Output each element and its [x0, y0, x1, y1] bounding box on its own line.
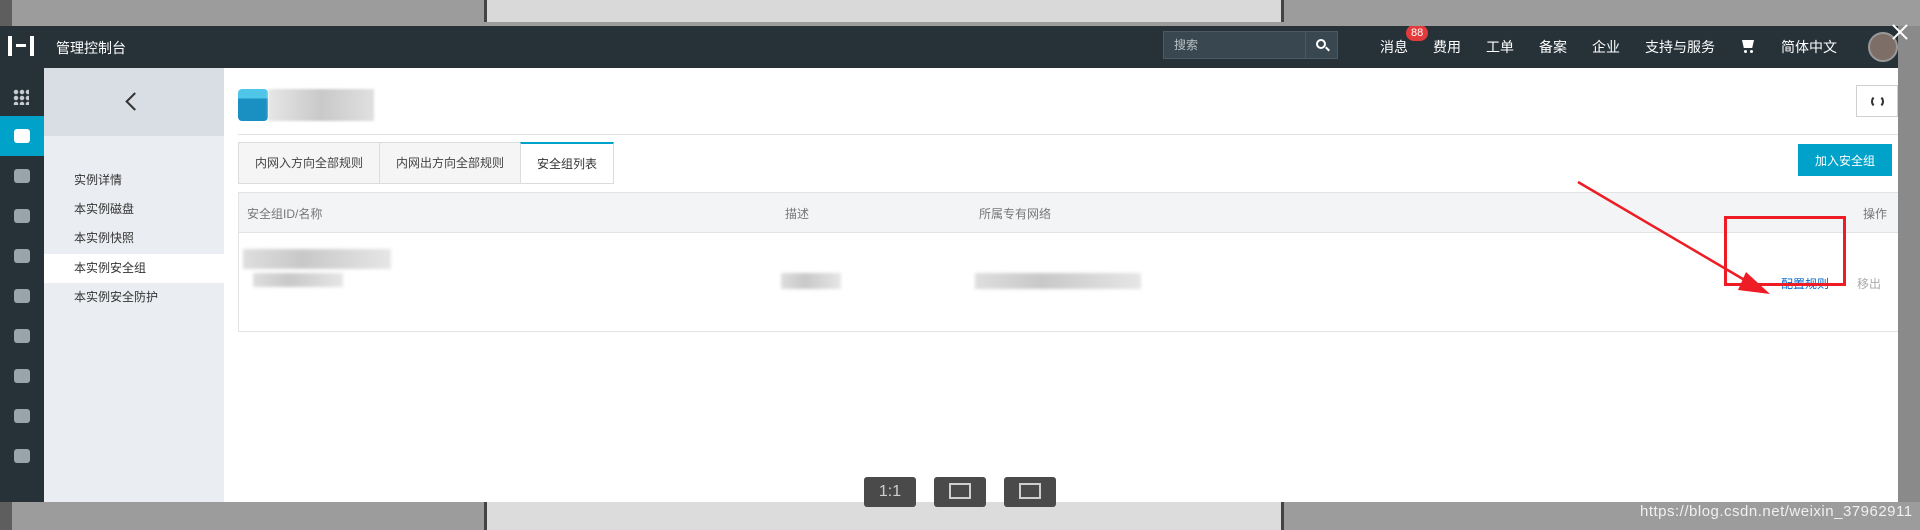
instance-name-redacted	[268, 89, 374, 121]
rail-network[interactable]	[0, 276, 44, 316]
column-id-name: 安全组ID/名称	[247, 207, 323, 221]
watermark-text: https://blog.csdn.net/weixin_37962911	[1640, 503, 1913, 520]
security-group-name-redacted	[253, 273, 343, 287]
console-screenshot: 管理控制台 消息 88 费用 工单 备案 企业 支持与服务 简体中文	[0, 26, 1898, 502]
rail-cloud[interactable]	[0, 196, 44, 236]
viewer-backdrop-top	[0, 0, 1920, 26]
tab-inbound-rules[interactable]: 内网入方向全部规则	[238, 142, 380, 184]
vpc-redacted	[975, 273, 1141, 289]
rule-tabs: 内网入方向全部规则 内网出方向全部规则 安全组列表	[238, 142, 615, 184]
rotate-icon	[1019, 483, 1041, 499]
nav-enterprise[interactable]: 企业	[1592, 37, 1620, 57]
console-title[interactable]: 管理控制台	[56, 38, 126, 58]
rotate-button[interactable]	[1004, 477, 1056, 507]
globe-icon	[14, 369, 30, 383]
top-nav-links: 消息 88 费用 工单 备案 企业 支持与服务 简体中文	[1380, 26, 1862, 68]
close-icon[interactable]	[1890, 22, 1910, 42]
header-divider	[238, 134, 1898, 135]
description-redacted	[781, 273, 841, 289]
server-icon	[14, 129, 30, 143]
sidebar-item-instance-details[interactable]: 实例详情	[44, 166, 224, 195]
instance-sidebar: 实例详情 本实例磁盘 本实例快照 本实例安全组 本实例安全防护	[44, 68, 227, 502]
tab-security-group-list[interactable]: 安全组列表	[520, 142, 615, 184]
nav-filing[interactable]: 备案	[1539, 37, 1567, 57]
gear-icon	[14, 409, 30, 423]
rail-products-menu[interactable]	[0, 76, 44, 116]
cloud-icon	[14, 209, 30, 223]
cart-icon[interactable]	[1740, 40, 1756, 54]
rail-settings[interactable]	[0, 396, 44, 436]
viewer-controls: 1:1	[864, 477, 1074, 507]
column-description: 描述	[785, 207, 810, 221]
fit-window-icon	[949, 483, 971, 499]
nav-fees[interactable]: 费用	[1433, 37, 1461, 57]
rail-nodes[interactable]	[0, 316, 44, 356]
sidebar-item-disks[interactable]: 本实例磁盘	[44, 195, 224, 224]
main-content: 内网入方向全部规则 内网出方向全部规则 安全组列表 加入安全组 安全组ID/名称…	[238, 68, 1898, 502]
refresh-button[interactable]	[1856, 85, 1898, 117]
rail-cloud-upload[interactable]	[0, 236, 44, 276]
search-input[interactable]	[1164, 32, 1304, 58]
nav-messages-label: 消息	[1380, 39, 1408, 55]
messages-count-badge: 88	[1406, 26, 1429, 41]
back-button[interactable]	[44, 68, 224, 136]
column-operations: 操作	[1863, 207, 1888, 221]
sidebar-item-security-protection[interactable]: 本实例安全防护	[44, 283, 224, 312]
shuffle-icon	[14, 289, 30, 303]
tab-outbound-rules[interactable]: 内网出方向全部规则	[379, 142, 521, 184]
fit-to-window-button[interactable]	[934, 477, 986, 507]
sidebar-item-snapshots[interactable]: 本实例快照	[44, 224, 224, 253]
security-group-table: 安全组ID/名称 描述 所属专有网络 操作 配置规则 移出	[238, 192, 1898, 332]
nav-support[interactable]: 支持与服务	[1645, 37, 1715, 57]
table-header: 安全组ID/名称 描述 所属专有网络 操作	[239, 193, 1898, 233]
chevron-left-icon	[125, 92, 144, 111]
annotation-highlight-box	[1724, 216, 1846, 286]
aliyun-logo-icon[interactable]	[8, 36, 34, 56]
nav-messages[interactable]: 消息 88	[1380, 26, 1429, 57]
column-vpc: 所属专有网络	[979, 207, 1052, 221]
rail-item-more[interactable]	[0, 436, 44, 476]
refresh-icon	[1871, 95, 1884, 108]
instance-icon	[238, 89, 268, 121]
sidebar-item-security-groups[interactable]: 本实例安全组	[44, 254, 227, 283]
search-button[interactable]	[1305, 32, 1337, 58]
rail-global[interactable]	[0, 356, 44, 396]
remove-link[interactable]: 移出	[1857, 275, 1881, 292]
add-security-group-button[interactable]: 加入安全组	[1798, 144, 1892, 176]
grid-menu-icon	[13, 89, 29, 105]
rail-database[interactable]	[0, 156, 44, 196]
search-box	[1163, 31, 1338, 59]
database-icon	[14, 169, 30, 183]
nodes-icon	[14, 329, 30, 343]
product-icon-rail	[0, 68, 44, 502]
security-group-id-redacted	[243, 249, 391, 269]
cloud-upload-icon	[14, 249, 30, 263]
circle-icon	[14, 449, 30, 463]
background-thumbnail	[484, 0, 1284, 22]
zoom-actual-size-button[interactable]: 1:1	[864, 477, 916, 507]
rail-ecs[interactable]	[0, 116, 44, 156]
top-navigation-bar: 管理控制台 消息 88 费用 工单 备案 企业 支持与服务 简体中文	[0, 26, 1898, 68]
search-icon-handle	[1325, 46, 1330, 52]
nav-tickets[interactable]: 工单	[1486, 37, 1514, 57]
nav-language[interactable]: 简体中文	[1781, 37, 1837, 57]
